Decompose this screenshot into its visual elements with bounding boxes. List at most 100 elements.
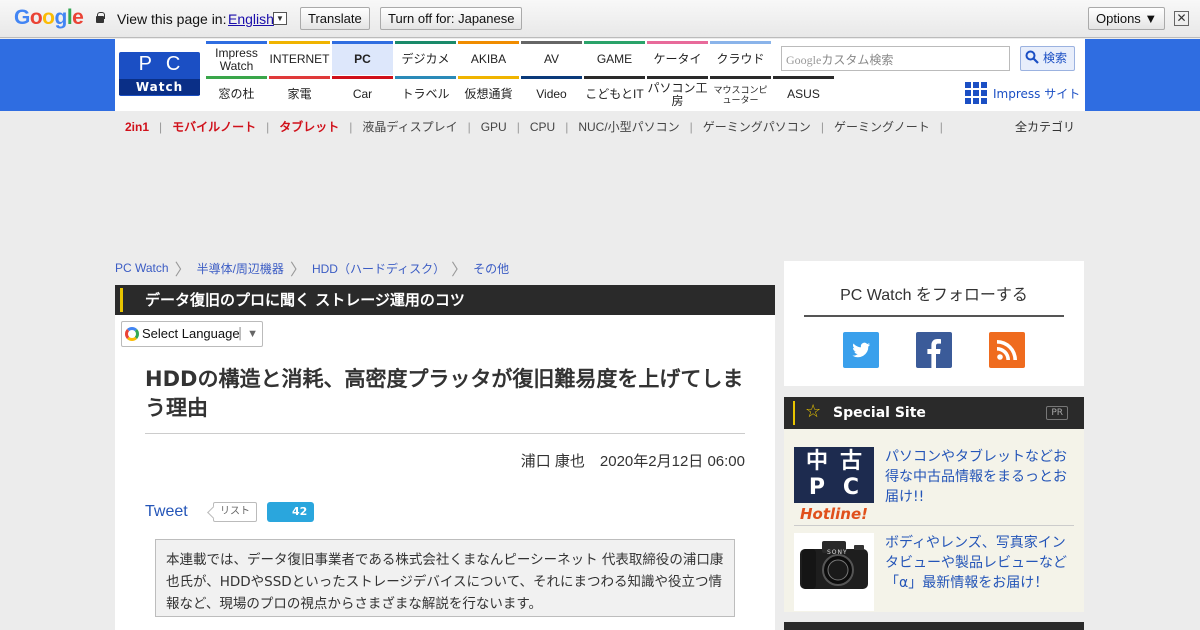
breadcrumb-item[interactable]: 半導体/周辺機器 [197,260,284,277]
nav-item-bottom[interactable]: マウスコンピューター [710,76,771,110]
nav-item-top[interactable]: AV [521,41,582,75]
twitter-icon[interactable] [843,332,879,368]
nav-item-top[interactable]: クラウド [710,41,771,75]
subnav-separator: | [516,120,520,134]
nav-item-top[interactable]: Impress Watch [206,41,267,75]
subnav-item[interactable]: GPU [481,120,507,134]
nav-item-top[interactable]: GAME [584,41,645,75]
bookmark-count: 42 [292,505,308,518]
select-language-dropdown[interactable]: Select Language │ ▼ [121,321,263,347]
nav-item-bottom[interactable]: トラベル [395,76,456,110]
impress-site-link[interactable]: Impress サイト [965,82,1080,104]
special-site-title: Special Site [833,405,926,421]
subnav-separator: | [467,120,471,134]
dropdown-arrow-icon: │ ▼ [237,328,258,340]
subnav-separator: | [689,120,693,134]
bookmark-icon [275,506,283,518]
search-button-label: 検索 [1043,51,1068,65]
list-button[interactable]: リスト [213,502,257,522]
article-main: データ復旧のプロに聞く ストレージ運用のコツ Select Language │… [115,285,775,630]
pr-badge: PR [1046,406,1068,420]
subnav-separator: | [266,120,270,134]
series-intro: 本連載では、データ復旧事業者である株式会社くまなんピーシーネット 代表取締役の浦… [155,539,735,617]
special-site-text[interactable]: パソコンやタブレットなどお得な中古品情報をまるっとお届け!! [885,447,1075,507]
follow-title: PC Watch をフォローする [804,281,1064,317]
header-inner: PC Watch Googleカスタム検索 検索 Impress サイト Imp… [115,39,1085,111]
logo-pc-text: PC [138,53,195,75]
search-icon [1025,50,1039,64]
language-dropdown-icon[interactable]: ▼ [273,12,287,25]
breadcrumb-item[interactable]: HDD（ハードディスク） [312,260,445,277]
author: 浦口 康也 [520,453,585,470]
nav-item-top[interactable]: INTERNET [269,41,330,75]
next-sidebar-box [784,622,1084,630]
tweet-button[interactable]: Tweet [145,503,188,521]
translate-button[interactable]: Translate [300,7,370,30]
google-logo: Google [14,6,84,29]
nav-item-bottom[interactable]: 仮想通貨 [458,76,519,110]
nav-item-bottom[interactable]: パソコン工房 [647,76,708,110]
search-input[interactable]: Googleカスタム検索 [781,46,1010,71]
subnav-item[interactable]: 液晶ディスプレイ [362,120,457,134]
category-subnav: 2in1 | モバイルノート | タブレット | 液晶ディスプレイ | GPU | CPU | NUC/… [125,118,953,135]
select-language-label: Select Language [142,326,240,341]
subnav-separator: | [349,120,353,134]
hatena-bookmark-button[interactable]: 42 [267,502,314,522]
logo-watch-text: Watch [119,79,200,95]
camera-thumbnail: SONY [794,533,874,611]
subnav-separator: | [820,120,824,134]
subnav-item[interactable]: タブレット [279,120,339,134]
title-divider [145,433,745,434]
search-placeholder: カスタム検索 [821,53,894,67]
pc-watch-logo[interactable]: PC Watch [119,52,200,96]
publish-date: 2020年2月12日 06:00 [599,453,745,470]
breadcrumb-item[interactable]: その他 [473,260,509,277]
hotline-tag: Hotline! [794,503,874,525]
camera-brand: SONY [827,549,848,556]
impress-site-label: Impress サイト [993,86,1081,101]
subnav-item[interactable]: NUC/小型パソコン [578,120,679,134]
subnav-item[interactable]: 2in1 [125,120,149,134]
special-site-header: ☆ Special Site PR [784,397,1084,429]
subnav-item[interactable]: ゲーミングノート [834,120,930,134]
turn-off-button[interactable]: Turn off for: Japanese [380,7,523,30]
subnav-item[interactable]: CPU [530,120,555,134]
article-title: HDDの構造と消耗、高密度プラッタが復旧難易度を上げてしまう理由 [145,367,744,420]
breadcrumb: PC Watch 〉 半導体/周辺機器〉 HDD（ハードディスク）〉 その他 [115,256,509,280]
subnav-item[interactable]: モバイルノート [172,120,256,134]
rss-icon[interactable] [989,332,1025,368]
follow-box: PC Watch をフォローする [784,261,1084,386]
series-header[interactable]: データ復旧のプロに聞く ストレージ運用のコツ [115,285,775,315]
search-button[interactable]: 検索 [1020,46,1075,71]
breadcrumb-item[interactable]: PC Watch [115,261,169,275]
subnav-separator: | [939,120,943,134]
nav-item-bottom[interactable]: 窓の杜 [206,76,267,110]
subnav-item[interactable]: ゲーミングパソコン [703,120,811,134]
nav-item-bottom[interactable]: 家電 [269,76,330,110]
lock-icon [95,12,105,23]
translate-bar: Google View this page in: English ▼ Tran… [0,0,1200,38]
star-icon: ☆ [805,401,822,422]
item-divider [794,525,1074,526]
grid-icon [965,82,987,104]
facebook-icon[interactable] [916,332,952,368]
byline: 浦口 康也 2020年2月12日 06:00 [145,450,745,471]
options-button[interactable]: Options ▼ [1088,7,1166,30]
nav-item-top[interactable]: AKIBA [458,41,519,75]
close-icon[interactable]: ✕ [1174,11,1189,26]
nav-item-bottom[interactable]: こどもとIT [584,76,645,110]
subnav-separator: | [159,120,163,134]
nav-item-top[interactable]: PC [332,41,393,75]
nav-item-top[interactable]: デジカメ [395,41,456,75]
nav-item-bottom[interactable]: ASUS [773,76,834,110]
site-header: PC Watch Googleカスタム検索 検索 Impress サイト Imp… [0,39,1200,111]
nav-item-bottom[interactable]: Video [521,76,582,110]
special-site-text[interactable]: ボディやレンズ、写真家インタビューや製品レビューなど「α」最新情報をお届け！ [885,533,1075,593]
hotline-thumbnail: 中古 PC Hotline! [794,447,874,525]
google-search-mark: Google [786,53,822,67]
all-categories-link[interactable]: 全カテゴリ [1015,118,1075,135]
nav-item-top[interactable]: ケータイ [647,41,708,75]
nav-item-bottom[interactable]: Car [332,76,393,110]
subnav-separator: | [565,120,569,134]
language-link[interactable]: English [228,11,274,27]
